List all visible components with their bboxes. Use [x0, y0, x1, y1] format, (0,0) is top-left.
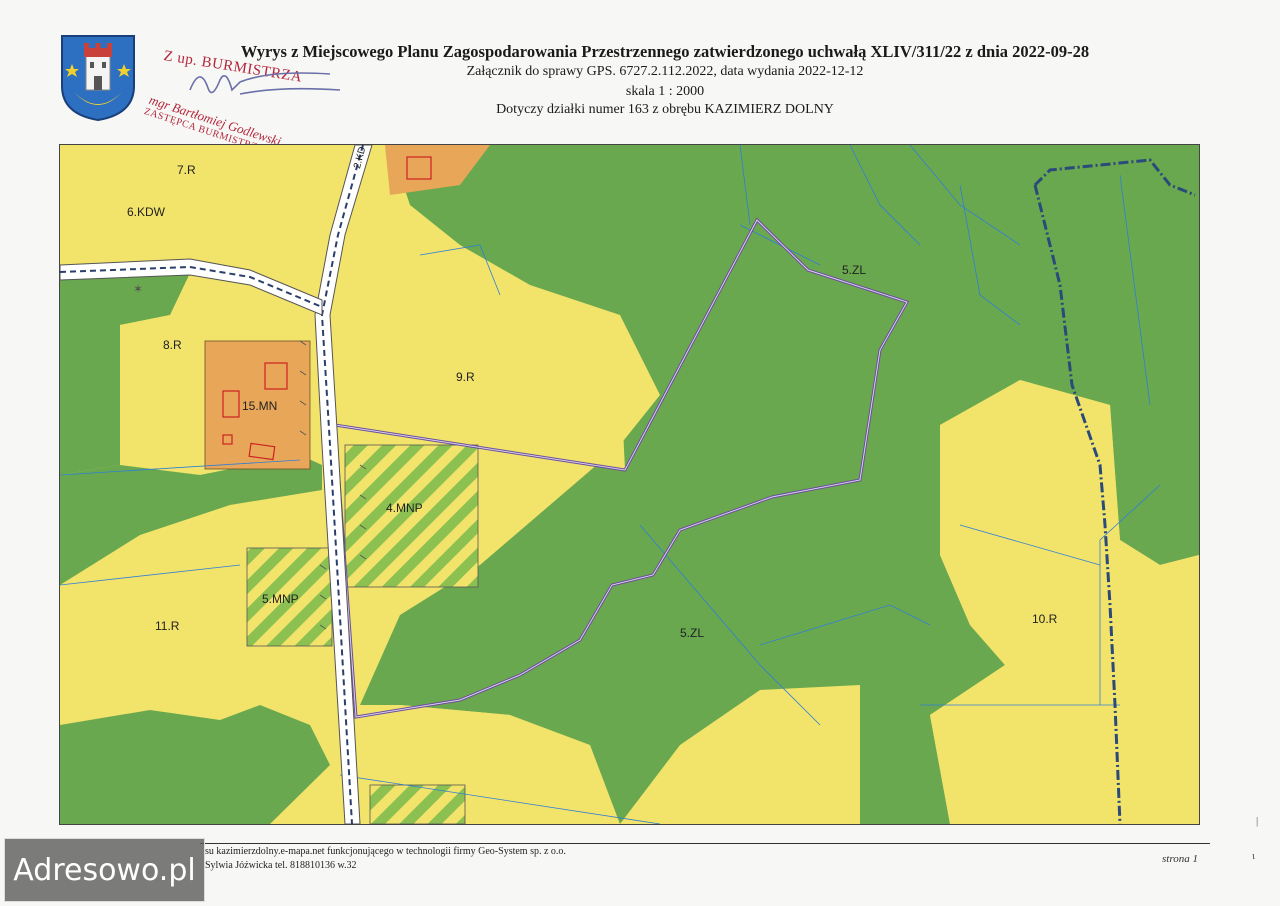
zone-label-15mn: 15.MN: [242, 399, 278, 413]
field-7r: [60, 145, 340, 263]
zone-label-4mnp: 4.MNP: [386, 501, 423, 515]
zone-label-9r: 9.R: [456, 370, 475, 384]
zone-label-6kdw: 6.KDW: [127, 205, 166, 219]
footer-contact: Sylwia Jóźwicka tel. 818810136 w.32: [205, 860, 357, 871]
survey-point-icon: ✶: [133, 282, 143, 296]
zone-label-10r: 10.R: [1032, 612, 1058, 626]
footer-source: su kazimierzdolny.e-mapa.net funkcjonują…: [205, 846, 566, 857]
watermark-logo[interactable]: Adresowo.pl: [4, 838, 205, 902]
footer-divider: [200, 843, 1210, 844]
map-canvas: ✶: [60, 145, 1199, 824]
coat-of-arms-icon: [61, 35, 135, 122]
scan-mark: ɩ: [1252, 850, 1255, 862]
signature-icon: [189, 72, 341, 95]
zone-mnp-bottom: [369, 784, 466, 824]
document-header: Wyrys z Miejscowego Planu Zagospodarowan…: [0, 0, 1280, 156]
document-title: Wyrys z Miejscowego Planu Zagospodarowan…: [240, 42, 1090, 61]
zone-label-5zl-mid: 5.ZL: [680, 626, 705, 640]
zone-label-5zl-top: 5.ZL: [842, 263, 867, 277]
zone-4mnp: [344, 444, 479, 588]
zone-label-5mnp: 5.MNP: [262, 592, 299, 606]
zoning-map[interactable]: ✶ 7.R 6.KDW 8.R 15.MN 9.R 4.MNP 5.MNP 11…: [59, 144, 1200, 825]
scan-mark: |: [1256, 815, 1259, 827]
zone-label-11r: 11.R: [155, 619, 180, 633]
page-number: strona 1: [1162, 853, 1198, 865]
zone-label-8r: 8.R: [163, 338, 182, 352]
zone-label-7r: 7.R: [177, 163, 196, 177]
